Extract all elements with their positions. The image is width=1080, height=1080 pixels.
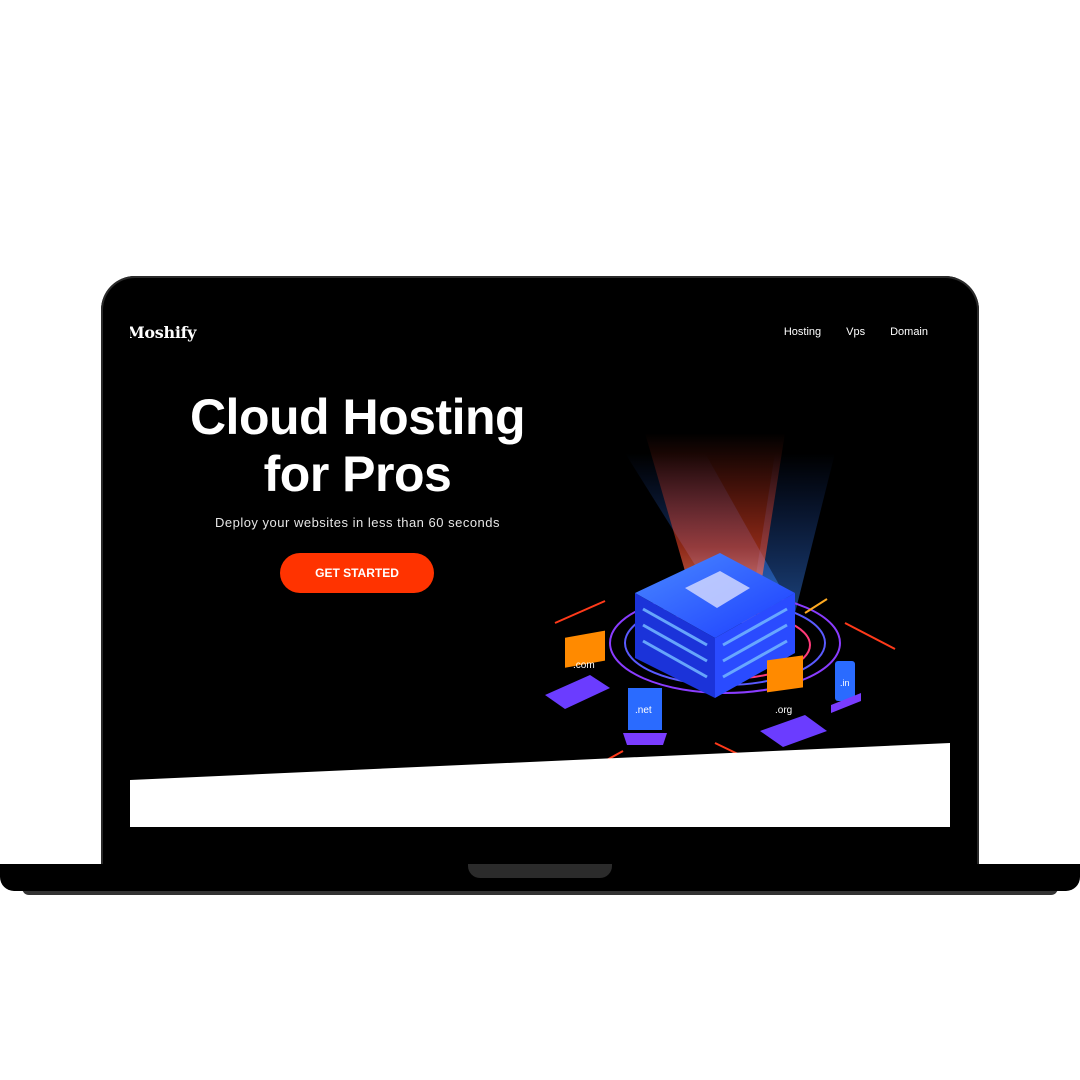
laptop-notch: [468, 864, 612, 878]
bottom-section: [130, 743, 950, 827]
laptop-screen: Moshify Hosting Vps Domain Cloud Hosting…: [130, 313, 950, 827]
